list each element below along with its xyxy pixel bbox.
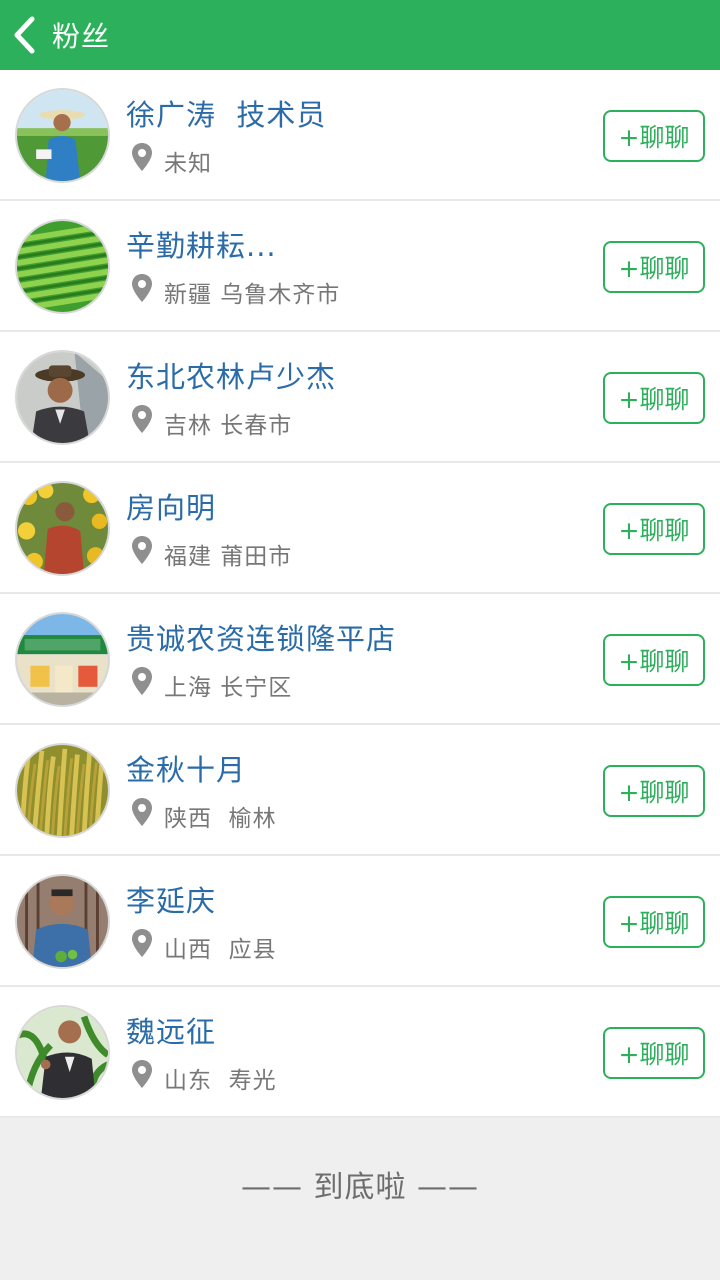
chat-button[interactable]: +聊聊 [603,110,705,162]
fan-location: 吉林 长春市 [164,413,293,439]
fan-name[interactable]: 东北农林卢少杰 [126,354,336,396]
chat-button[interactable]: +聊聊 [603,372,705,424]
chat-button[interactable]: +聊聊 [603,634,705,686]
fan-location: 新疆 乌鲁木齐市 [164,282,341,308]
fan-location: 山西 应县 [164,937,277,963]
list-item[interactable]: 徐广涛 技术员 未知 +聊聊 [0,70,720,201]
list-item[interactable]: 李延庆 山西 应县 +聊聊 [0,856,720,987]
fan-location: 福建 莆田市 [164,544,293,570]
location-pin-icon [132,274,152,302]
location-pin-icon [132,798,152,826]
fan-name[interactable]: 徐广涛 技术员 [126,92,326,134]
end-of-list-text: —— 到底啦 —— [240,1170,480,1205]
list-item[interactable]: 东北农林卢少杰 吉林 长春市 +聊聊 [0,332,720,463]
avatar[interactable] [15,219,110,314]
chat-button[interactable]: +聊聊 [603,241,705,293]
avatar[interactable] [15,88,110,183]
location-pin-icon [132,1060,152,1088]
app-header: 粉丝 [0,0,720,70]
fan-location: 陕西 榆林 [164,806,277,832]
list-item[interactable]: 金秋十月 陕西 榆林 +聊聊 [0,725,720,856]
fan-name[interactable]: 李延庆 [126,878,216,920]
location-pin-icon [132,667,152,695]
fan-name[interactable]: 贵诚农资连锁隆平店 [126,616,396,658]
fans-list: 徐广涛 技术员 未知 +聊聊 辛勤耕耘... 新疆 乌鲁木齐市 +聊聊 东北农林… [0,70,720,1118]
chevron-left-icon [14,16,35,54]
page-title: 粉丝 [52,20,111,53]
fan-location: 未知 [164,151,212,177]
chat-button[interactable]: +聊聊 [603,765,705,817]
back-button[interactable] [0,0,48,70]
list-item[interactable]: 魏远征 山东 寿光 +聊聊 [0,987,720,1118]
avatar[interactable] [15,743,110,838]
fan-name[interactable]: 金秋十月 [126,747,246,789]
list-item[interactable]: 辛勤耕耘... 新疆 乌鲁木齐市 +聊聊 [0,201,720,332]
avatar[interactable] [15,350,110,445]
chat-button[interactable]: +聊聊 [603,1027,705,1079]
location-pin-icon [132,143,152,171]
avatar[interactable] [15,1005,110,1100]
avatar[interactable] [15,874,110,969]
list-item[interactable]: 房向明 福建 莆田市 +聊聊 [0,463,720,594]
location-pin-icon [132,405,152,433]
fan-name[interactable]: 房向明 [126,485,216,527]
list-item[interactable]: 贵诚农资连锁隆平店 上海 长宁区 +聊聊 [0,594,720,725]
fan-name[interactable]: 辛勤耕耘... [126,223,277,265]
location-pin-icon [132,536,152,564]
avatar[interactable] [15,481,110,576]
chat-button[interactable]: +聊聊 [603,896,705,948]
fan-location: 山东 寿光 [164,1068,277,1094]
fan-location: 上海 长宁区 [164,675,293,701]
chat-button[interactable]: +聊聊 [603,503,705,555]
fan-name[interactable]: 魏远征 [126,1009,216,1051]
avatar[interactable] [15,612,110,707]
location-pin-icon [132,929,152,957]
list-footer: —— 到底啦 —— [0,1120,720,1280]
